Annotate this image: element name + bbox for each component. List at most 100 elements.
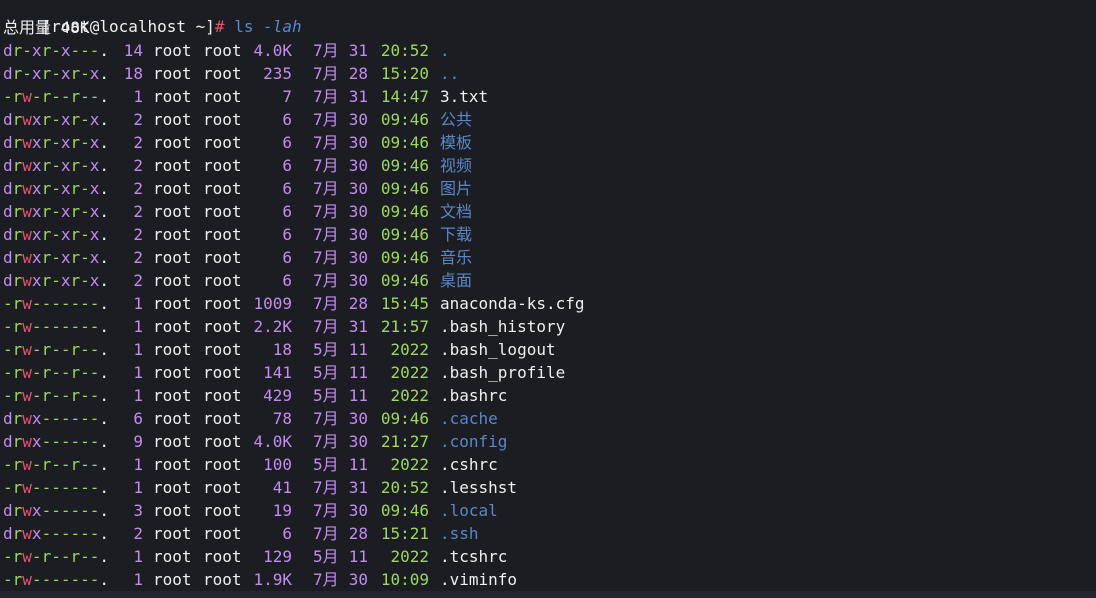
- file-size: 429: [263, 386, 292, 405]
- group: root: [203, 41, 242, 60]
- day: 30: [348, 432, 368, 451]
- file-row[interactable]: drwxr-xr-x. 2 root root 6 7月 30 09:46 模板: [0, 131, 1096, 154]
- file-name[interactable]: .lesshst: [440, 476, 517, 499]
- owner: root: [153, 156, 192, 175]
- directory-name[interactable]: 视频: [440, 154, 472, 177]
- directory-name[interactable]: .: [440, 39, 450, 62]
- time: 09:46: [380, 110, 429, 129]
- group: root: [203, 87, 242, 106]
- month: 5月: [313, 340, 339, 359]
- directory-name[interactable]: 文档: [440, 200, 472, 223]
- directory-name[interactable]: 模板: [440, 131, 472, 154]
- permissions: -rw-------.: [3, 294, 110, 313]
- directory-name[interactable]: .local: [440, 499, 498, 522]
- file-row[interactable]: -rw-r--r--. 1 root root 7 7月 31 14:47 3.txt: [0, 85, 1096, 108]
- file-name[interactable]: .cshrc: [440, 453, 498, 476]
- terminal-window[interactable]: [root@localhost ~]# ls -lah 总用量 48K dr-x…: [0, 0, 1096, 598]
- file-row[interactable]: drwxr-xr-x. 2 root root 6 7月 30 09:46 视频: [0, 154, 1096, 177]
- directory-name[interactable]: .cache: [440, 407, 498, 430]
- file-row[interactable]: -rw-------. 1 root root 1009 7月 28 15:45 anacond…: [0, 292, 1096, 315]
- file-size: 6: [282, 133, 292, 152]
- directory-name[interactable]: 图片: [440, 177, 472, 200]
- time: 09:46: [380, 133, 429, 152]
- month: 7月: [313, 225, 339, 244]
- file-row[interactable]: -rw-------. 1 root root 2.2K 7月 31 21:57 .bash_h…: [0, 315, 1096, 338]
- file-size: 6: [282, 179, 292, 198]
- time: 14:47: [380, 87, 429, 106]
- group: root: [203, 547, 242, 566]
- owner: root: [153, 271, 192, 290]
- file-row[interactable]: -rw-r--r--. 1 root root 18 5月 11 2022 .bash_log…: [0, 338, 1096, 361]
- file-name[interactable]: .bash_history: [440, 315, 565, 338]
- file-row[interactable]: -rw-------. 1 root root 1.9K 7月 30 10:09 .viminf…: [0, 568, 1096, 591]
- permissions: -rw-r--r--.: [3, 340, 110, 359]
- file-row[interactable]: dr-xr-x---. 14 root root 4.0K 7月 31 20:52.: [0, 39, 1096, 62]
- file-row[interactable]: -rw-r--r--. 1 root root 141 5月 11 2022 .bash_pr…: [0, 361, 1096, 384]
- file-size: 2.2K: [253, 317, 292, 336]
- file-size: 4.0K: [253, 41, 292, 60]
- permissions: -rw-r--r--.: [3, 87, 110, 106]
- owner: root: [153, 294, 192, 313]
- file-name[interactable]: anaconda-ks.cfg: [440, 292, 585, 315]
- file-name[interactable]: .tcshrc: [440, 545, 507, 568]
- month: 7月: [313, 41, 339, 60]
- directory-name[interactable]: 桌面: [440, 269, 472, 292]
- time: 2022: [380, 340, 429, 359]
- day: 30: [348, 110, 368, 129]
- permissions: drwx------.: [3, 432, 110, 451]
- time: 15:20: [380, 64, 429, 83]
- time: 15:45: [380, 294, 429, 313]
- file-row[interactable]: drwxr-xr-x. 2 root root 6 7月 30 09:46 图片: [0, 177, 1096, 200]
- directory-name[interactable]: 下载: [440, 223, 472, 246]
- file-name[interactable]: 3.txt: [440, 85, 488, 108]
- file-row[interactable]: drwxr-xr-x. 2 root root 6 7月 30 09:46 桌面: [0, 269, 1096, 292]
- file-row[interactable]: drwxr-xr-x. 2 root root 6 7月 30 09:46 公共: [0, 108, 1096, 131]
- file-row[interactable]: -rw-r--r--. 1 root root 429 5月 11 2022 .bashrc: [0, 384, 1096, 407]
- file-size: 41: [272, 478, 292, 497]
- group: root: [203, 386, 242, 405]
- month: 5月: [313, 363, 339, 382]
- permissions: drwx------.: [3, 524, 110, 543]
- file-row[interactable]: -rw-r--r--. 1 root root 100 5月 11 2022 .cshrc: [0, 453, 1096, 476]
- directory-name[interactable]: ..: [440, 62, 459, 85]
- group: root: [203, 179, 242, 198]
- file-row[interactable]: -rw-r--r--. 1 root root 129 5月 11 2022 .tcshrc: [0, 545, 1096, 568]
- group: root: [203, 271, 242, 290]
- file-name[interactable]: .bashrc: [440, 384, 507, 407]
- file-row[interactable]: drwxr-xr-x. 2 root root 6 7月 30 09:46 文档: [0, 200, 1096, 223]
- file-row[interactable]: drwxr-xr-x. 2 root root 6 7月 30 09:46 音乐: [0, 246, 1096, 269]
- file-name[interactable]: .viminfo: [440, 568, 517, 591]
- owner: root: [153, 225, 192, 244]
- directory-name[interactable]: 音乐: [440, 246, 472, 269]
- permissions: drwxr-xr-x.: [3, 202, 110, 221]
- link-count: 1: [133, 294, 143, 313]
- file-row[interactable]: drwx------. 2 root root 6 7月 28 15:21 .ssh: [0, 522, 1096, 545]
- directory-name[interactable]: .config: [440, 430, 507, 453]
- directory-name[interactable]: 公共: [440, 108, 472, 131]
- link-count: 1: [133, 570, 143, 589]
- month: 7月: [313, 156, 339, 175]
- file-size: 4.0K: [253, 432, 292, 451]
- file-row[interactable]: -rw-------. 1 root root 41 7月 31 20:52 .lesshst: [0, 476, 1096, 499]
- time: 09:46: [380, 248, 429, 267]
- owner: root: [153, 202, 192, 221]
- group: root: [203, 478, 242, 497]
- file-size: 6: [282, 110, 292, 129]
- file-row[interactable]: drwxr-xr-x. 2 root root 6 7月 30 09:46 下载: [0, 223, 1096, 246]
- file-row[interactable]: drwx------. 9 root root 4.0K 7月 30 21:27 .config: [0, 430, 1096, 453]
- directory-name[interactable]: .ssh: [440, 522, 479, 545]
- owner: root: [153, 41, 192, 60]
- file-size: 6: [282, 271, 292, 290]
- permissions: drwxr-xr-x.: [3, 248, 110, 267]
- group: root: [203, 202, 242, 221]
- link-count: 1: [133, 455, 143, 474]
- file-row[interactable]: drwx------. 6 root root 78 7月 30 09:46 .cache: [0, 407, 1096, 430]
- file-row[interactable]: drwx------. 3 root root 19 7月 30 09:46 .local: [0, 499, 1096, 522]
- owner: root: [153, 501, 192, 520]
- file-name[interactable]: .bash_profile: [440, 361, 565, 384]
- owner: root: [153, 524, 192, 543]
- day: 30: [348, 570, 368, 589]
- file-row[interactable]: dr-xr-xr-x. 18 root root 235 7月 28 15:20..: [0, 62, 1096, 85]
- file-name[interactable]: .bash_logout: [440, 338, 556, 361]
- file-size: 129: [263, 547, 292, 566]
